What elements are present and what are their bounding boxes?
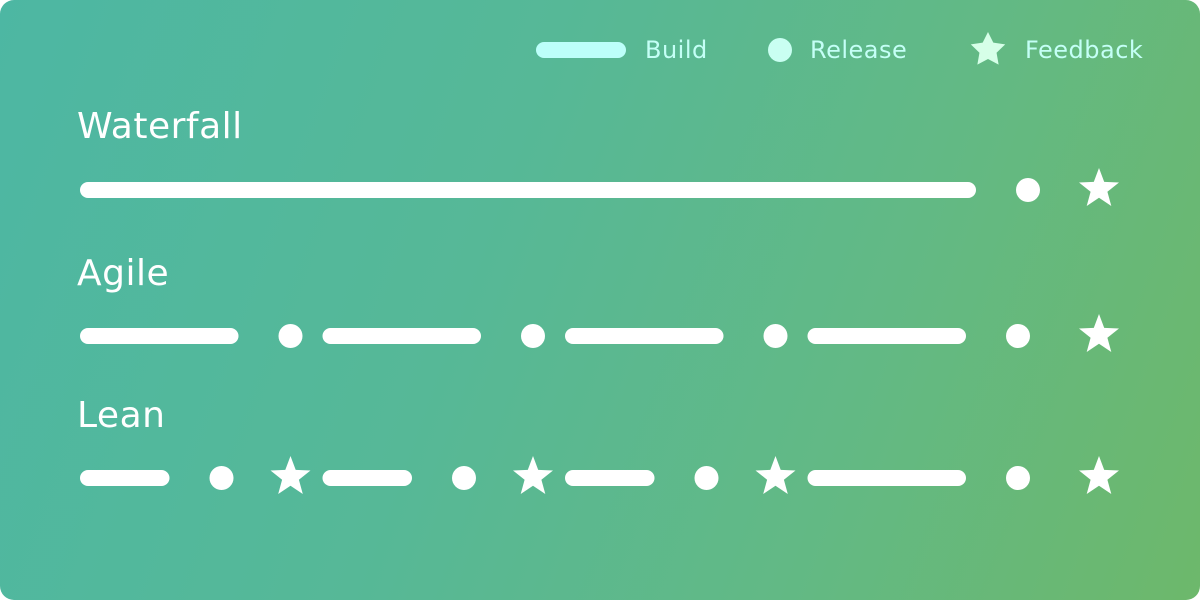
- build-bar: [80, 182, 976, 198]
- build-bar: [80, 328, 239, 344]
- release-dot: [278, 324, 303, 348]
- process-lanes: [80, 168, 1119, 494]
- feedback-star: [1079, 314, 1119, 352]
- release-dot: [452, 466, 476, 490]
- build-bar: [807, 470, 966, 486]
- lane-waterfall: [80, 168, 1119, 206]
- release-dot: [694, 466, 719, 490]
- release-dot: [1006, 324, 1030, 348]
- release-dot: [1016, 178, 1040, 202]
- build-bar: [565, 328, 724, 344]
- lane-lean: [80, 456, 1119, 494]
- release-dot: [521, 324, 545, 348]
- release-dot: [763, 324, 788, 348]
- feedback-star: [1079, 456, 1119, 494]
- build-bar: [322, 328, 481, 344]
- build-bar: [322, 470, 412, 486]
- feedback-star: [513, 456, 553, 494]
- feedback-star: [755, 456, 796, 494]
- build-bar: [80, 470, 170, 486]
- build-bar: [807, 328, 966, 344]
- lane-agile: [80, 314, 1119, 352]
- process-comparison-card: Build Release Feedback Waterfall Agile L…: [0, 0, 1200, 600]
- feedback-star: [270, 456, 311, 494]
- release-dot: [209, 466, 234, 490]
- release-dot: [1006, 466, 1030, 490]
- feedback-star: [1079, 168, 1119, 206]
- build-bar: [565, 470, 655, 486]
